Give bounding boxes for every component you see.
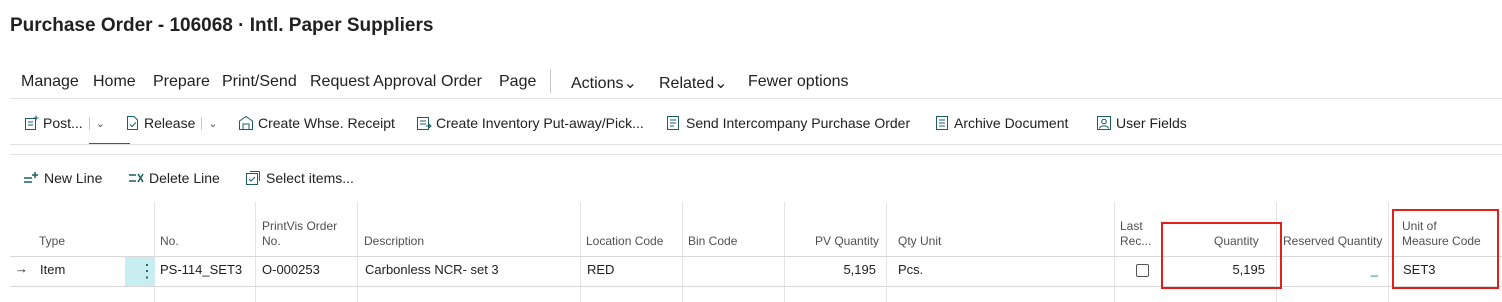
inventory-icon	[417, 117, 432, 130]
header-last-rec[interactable]: Last Rec...	[1120, 219, 1151, 249]
header-pv-quantity[interactable]: PV Quantity	[815, 234, 879, 249]
menu-home[interactable]: Home	[93, 73, 136, 91]
last-rec-checkbox[interactable]	[1136, 264, 1149, 277]
send-document-icon	[667, 116, 679, 130]
header-last-rec-line2: Rec...	[1120, 234, 1152, 248]
cell-type[interactable]: Item	[40, 262, 65, 277]
menu-page[interactable]: Page	[499, 73, 536, 91]
menu-request-approval[interactable]: Request Approval	[310, 73, 436, 91]
select-items-label: Select items...	[266, 170, 354, 186]
post-label: Post...	[43, 115, 83, 131]
column-divider	[154, 202, 155, 302]
menu-actions-label: Actions	[571, 75, 624, 92]
select-items-icon	[246, 171, 260, 185]
page-title: Purchase Order - 106068 · Intl. Paper Su…	[10, 15, 434, 36]
column-divider	[357, 202, 358, 302]
release-button[interactable]: Release ⌄	[125, 115, 218, 131]
warehouse-icon	[239, 115, 253, 130]
uom-highlight-box	[1392, 209, 1499, 289]
chevron-down-icon: ⌄	[714, 75, 728, 92]
header-printvis-line1: PrintVis Order	[262, 219, 338, 233]
row-actions-button[interactable]: ⋮	[125, 257, 156, 286]
user-fields-icon	[1097, 116, 1111, 130]
archive-document-label: Archive Document	[954, 115, 1069, 131]
send-intercompany-po-button[interactable]: Send Intercompany Purchase Order	[666, 115, 910, 131]
new-line-icon	[24, 172, 38, 183]
header-bin-code[interactable]: Bin Code	[688, 234, 737, 249]
create-inventory-label: Create Inventory Put-away/Pick...	[436, 115, 644, 131]
header-printvis-line2: No.	[262, 234, 281, 248]
header-qty-unit[interactable]: Qty Unit	[898, 234, 941, 249]
send-intercompany-label: Send Intercompany Purchase Order	[686, 115, 911, 131]
cell-pv-quantity[interactable]: 5,195	[810, 262, 876, 277]
chevron-down-icon: ⌄	[623, 75, 637, 92]
column-divider	[1114, 202, 1115, 302]
create-inventory-putaway-pick-button[interactable]: Create Inventory Put-away/Pick...	[416, 115, 644, 131]
delete-line-icon	[129, 173, 144, 183]
header-description[interactable]: Description	[364, 234, 424, 249]
menu-prepare[interactable]: Prepare	[153, 73, 210, 91]
menu-related[interactable]: Related⌄	[659, 73, 728, 93]
user-fields-label: User Fields	[1116, 115, 1187, 131]
more-vertical-icon: ⋮	[138, 261, 156, 281]
column-divider	[886, 202, 887, 302]
column-divider	[784, 202, 785, 302]
row-indicator-icon: →	[15, 261, 28, 276]
new-line-label: New Line	[44, 170, 103, 186]
header-reserved-quantity[interactable]: Reserved Quantity	[1283, 234, 1382, 249]
delete-line-label: Delete Line	[149, 170, 220, 186]
release-label: Release	[144, 115, 196, 131]
menu-manage[interactable]: Manage	[21, 73, 79, 91]
chevron-down-icon[interactable]: ⌄	[88, 116, 105, 130]
divider	[10, 98, 1502, 99]
cell-description[interactable]: Carbonless NCR- set 3	[365, 262, 499, 277]
create-whse-receipt-label: Create Whse. Receipt	[258, 115, 395, 131]
archive-document-button[interactable]: Archive Document	[934, 115, 1068, 131]
column-divider	[580, 202, 581, 302]
create-whse-receipt-button[interactable]: Create Whse. Receipt	[238, 115, 395, 131]
column-divider	[1388, 202, 1389, 302]
menu-divider	[550, 69, 551, 93]
release-icon	[127, 116, 138, 130]
cell-location-code[interactable]: RED	[587, 262, 614, 277]
cell-no[interactable]: PS-114_SET3	[160, 262, 242, 277]
post-button[interactable]: Post... ⌄	[24, 115, 105, 131]
post-icon	[25, 115, 39, 130]
new-line-button[interactable]: New Line	[23, 170, 102, 186]
archive-icon	[936, 116, 948, 130]
cell-qty-unit[interactable]: Pcs.	[898, 262, 923, 277]
user-fields-button[interactable]: User Fields	[1096, 115, 1187, 131]
cell-reserved-quantity[interactable]: _	[1350, 262, 1378, 277]
menu-order[interactable]: Order	[441, 73, 482, 91]
menu-actions[interactable]: Actions⌄	[571, 73, 637, 93]
column-divider	[255, 202, 256, 302]
purchase-lines-grid: Type No. PrintVis Order No. Description …	[10, 202, 1502, 302]
chevron-down-icon[interactable]: ⌄	[201, 116, 218, 130]
header-last-rec-line1: Last	[1120, 219, 1143, 233]
header-type[interactable]: Type	[39, 234, 65, 249]
header-no[interactable]: No.	[160, 234, 179, 249]
delete-line-button[interactable]: Delete Line	[128, 170, 220, 186]
menu-fewer-options[interactable]: Fewer options	[748, 73, 849, 91]
menu-print-send[interactable]: Print/Send	[222, 73, 297, 91]
column-divider	[682, 202, 683, 302]
cell-printvis-order-no[interactable]: O-000253	[262, 262, 320, 277]
divider	[10, 144, 1502, 145]
menu-related-label: Related	[659, 75, 715, 92]
select-items-button[interactable]: Select items...	[245, 170, 354, 186]
header-location-code[interactable]: Location Code	[586, 234, 663, 249]
quantity-highlight-box	[1161, 222, 1282, 289]
divider	[10, 154, 1502, 155]
header-printvis-order-no[interactable]: PrintVis Order No.	[262, 219, 337, 249]
